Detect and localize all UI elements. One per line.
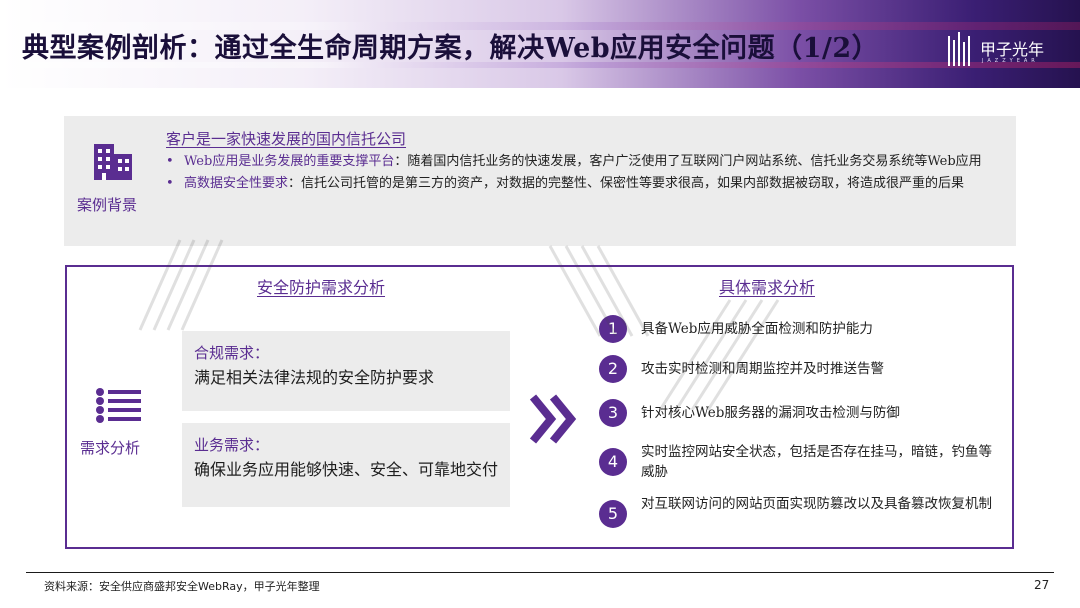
list-item: • 高数据安全性要求：信托公司托管的是第三方的资产，对数据的完整性、保密性等要求很… — [162, 174, 1004, 194]
item-text: 实时监控网站安全状态，包括是否存在挂马，暗链，钓鱼等威胁 — [641, 444, 992, 480]
source-note: 资料来源：安全供应商盛邦安全WebRay，甲子光年整理 — [44, 580, 320, 593]
card-body: 满足相关法律法规的安全防护要求 — [194, 368, 435, 387]
compliance-card: 合规需求： 满足相关法律法规的安全防护要求 — [182, 331, 510, 411]
card-body: 确保业务应用能够快速、安全、可靠地交付 — [194, 460, 499, 479]
footer-divider — [26, 572, 1054, 573]
case-background-heading: 客户是一家快速发展的国内信托公司 — [166, 130, 407, 148]
requirements-panel: 需求分析 安全防护需求分析 具体需求分析 合规需求： 满足相关法律法规的安全防护… — [65, 265, 1014, 549]
page-number: 27 — [1034, 578, 1050, 592]
specific-requirements-title: 具体需求分析 — [719, 278, 816, 297]
item-text: 针对核心Web服务器的漏洞攻击检测与防御 — [641, 405, 900, 421]
item-text: 攻击实时检测和周期监控并及时推送告警 — [641, 361, 884, 377]
bullet-text: ：随着国内信托业务的快速发展，客户广泛使用了互联网门户网站系统、信托业务交易系统… — [394, 154, 982, 169]
item-number-badge: 3 — [599, 399, 627, 427]
list-icon — [96, 388, 141, 423]
item-text: 具备Web应用威胁全面检测和防护能力 — [641, 321, 873, 337]
card-title: 业务需求： — [194, 436, 270, 454]
case-background-panel: 案例背景 客户是一家快速发展的国内信托公司 • Web应用是业务发展的重要支撑平台… — [64, 116, 1016, 246]
page-title: 典型案例剖析：通过全生命周期方案，解决Web应用安全问题（1/2） — [22, 33, 880, 64]
logo-subtext: JAZZYEAR — [982, 58, 1039, 64]
card-title: 合规需求： — [194, 344, 270, 362]
security-requirements-title: 安全防护需求分析 — [257, 278, 386, 297]
bullet-highlight: 高数据安全性要求 — [184, 176, 289, 191]
building-icon — [94, 144, 132, 180]
logo-mark-icon — [946, 30, 976, 70]
business-card: 业务需求： 确保业务应用能够快速、安全、可靠地交付 — [182, 423, 510, 507]
bullet-text: ：信托公司托管的是第三方的资产，对数据的完整性、保密性等要求很高，如果内部数据被… — [288, 176, 965, 191]
list-item: • Web应用是业务发展的重要支撑平台：随着国内信托业务的快速发展，客户广泛使用了… — [162, 152, 1004, 172]
double-chevron-right-icon — [529, 394, 577, 444]
item-number-badge: 2 — [599, 355, 627, 383]
item-number-badge: 4 — [599, 448, 627, 476]
case-background-bullets: • Web应用是业务发展的重要支撑平台：随着国内信托业务的快速发展，客户广泛使用了… — [162, 152, 1004, 196]
brand-logo: 甲子光年 JAZZYEAR — [946, 30, 1070, 70]
bullet-highlight: Web应用是业务发展的重要支撑平台 — [184, 154, 395, 169]
bullet-marker: • — [166, 176, 174, 191]
logo-text: 甲子光年 — [980, 40, 1045, 59]
bullet-marker: • — [166, 154, 174, 169]
header-banner: 典型案例剖析：通过全生命周期方案，解决Web应用安全问题（1/2） 甲子光年 J… — [0, 0, 1080, 88]
item-number-badge: 5 — [599, 500, 627, 528]
item-number-badge: 1 — [599, 315, 627, 343]
item-text: 对互联网访问的网站页面实现防篡改以及具备篡改恢复机制 — [641, 496, 992, 512]
requirements-label: 需求分析 — [80, 439, 141, 457]
case-background-label: 案例背景 — [77, 196, 138, 214]
